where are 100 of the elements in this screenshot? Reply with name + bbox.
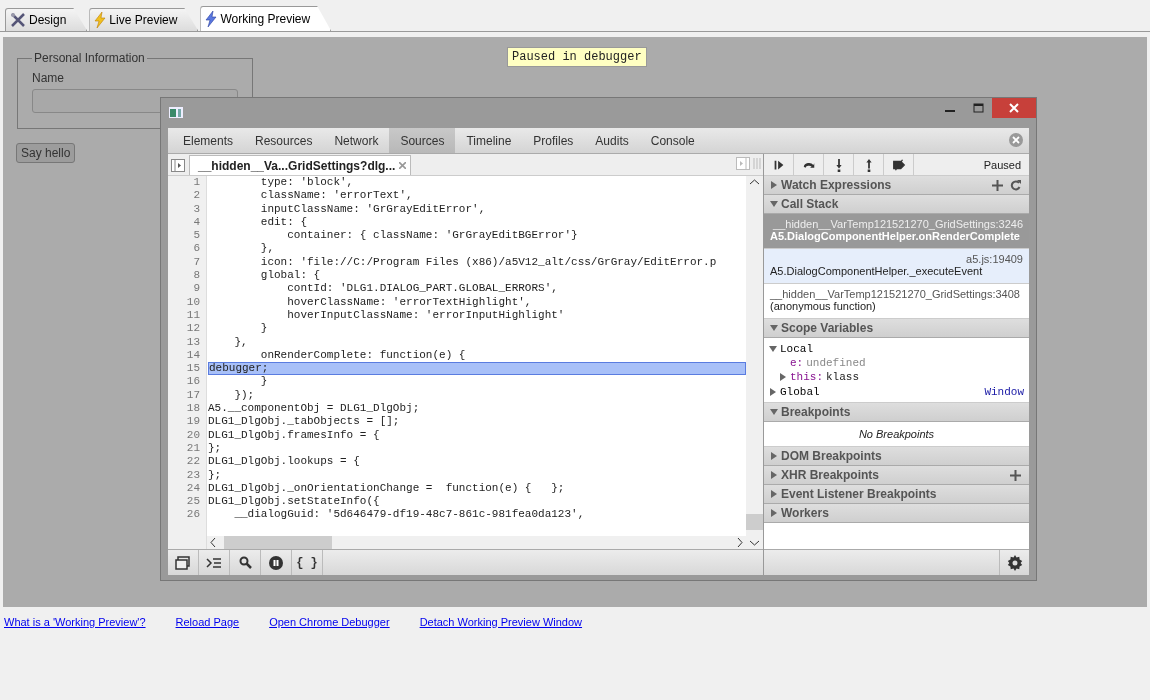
scroll-left-icon[interactable] (210, 538, 216, 547)
scroll-thumb[interactable] (746, 514, 763, 530)
scroll-right-icon[interactable] (737, 538, 743, 547)
line-number: 8 (192, 269, 201, 283)
line-number: 23 (185, 468, 201, 482)
pane-header[interactable]: Breakpoints (764, 403, 1029, 422)
collapsed-triangle-icon[interactable] (770, 452, 778, 460)
link[interactable]: What is a 'Working Preview'? (4, 616, 146, 628)
window-app-icon (169, 107, 183, 118)
view-tab[interactable]: Design (5, 8, 88, 31)
code-line: } (259, 322, 269, 336)
maximize-icon (972, 103, 984, 113)
code-line: DLG1_DlgObj.lookups = { (208, 455, 361, 469)
variable-name: this: (790, 371, 823, 383)
devtools-tab[interactable]: Sources (389, 128, 456, 153)
frame-location: __hidden__VarTemp121521270_GridSettings:3246 (773, 218, 1023, 230)
collapsed-triangle-icon[interactable] (770, 471, 778, 479)
line-number: 6 (192, 242, 201, 256)
code-line: inputClassName: 'GrGrayEditError', (259, 202, 487, 216)
toggle-navigator-icon[interactable] (171, 159, 185, 172)
paused-banner: Paused in debugger (507, 47, 647, 67)
pane-header[interactable]: XHR Breakpoints (764, 466, 1029, 485)
link[interactable]: Detach Working Preview Window (419, 616, 583, 628)
scope-name: Global (780, 385, 820, 398)
debugger-status: Paused (983, 158, 1022, 171)
add-icon[interactable] (990, 179, 1005, 191)
collapsed-triangle-icon[interactable] (770, 490, 778, 498)
frame-location: a5.js:19409 (966, 253, 1023, 265)
collapsed-triangle-icon[interactable] (770, 509, 778, 517)
file-tab[interactable]: __hidden__Va...GridSettings?dlg... (189, 155, 412, 175)
line-number: 25 (185, 495, 201, 509)
link[interactable]: Reload Page (175, 616, 240, 628)
line-number: 9 (192, 282, 201, 296)
code-line: DLG1_DlgObj._onOrientationChange = function(e) { }; (208, 481, 566, 496)
toggle-debugger-icon[interactable] (736, 157, 750, 170)
link[interactable]: Open Chrome Debugger (269, 616, 390, 628)
line-number: 13 (185, 335, 201, 349)
scroll-up-icon[interactable] (750, 179, 759, 185)
view-tab[interactable]: Live Preview (89, 8, 199, 31)
line-number: 20 (185, 428, 201, 442)
line-number: 17 (185, 388, 201, 403)
scope-name: Local (780, 342, 813, 355)
horizontal-scrollbar[interactable] (207, 536, 746, 549)
collapsed-triangle-icon[interactable] (769, 387, 777, 396)
pane-header[interactable]: DOM Breakpoints (764, 447, 1029, 466)
say-hello-button[interactable]: Say hello (16, 143, 76, 163)
pane-header[interactable]: Call Stack (764, 195, 1029, 214)
pretty-print-button[interactable]: { } (292, 550, 323, 575)
expanded-triangle-icon[interactable] (770, 408, 778, 416)
line-number: 21 (185, 441, 201, 456)
add-icon[interactable] (1008, 469, 1023, 481)
vertical-scrollbar[interactable] (746, 176, 763, 549)
frame-function: A5.DialogComponentHelper.onRenderComplete (770, 230, 1021, 242)
line-number: 14 (185, 348, 201, 363)
pane-header[interactable]: Watch Expressions (764, 176, 1029, 195)
close-icon (1009, 103, 1019, 113)
lightning-icon (94, 12, 107, 28)
refresh-icon[interactable] (1008, 179, 1023, 191)
close-icon[interactable] (1009, 133, 1023, 147)
code-line: hoverInputClassName: 'errorInputHighlight' (286, 308, 566, 323)
code-line: __dialogGuid: '5d646479-df19-48c7-861c-981fea0da123', (233, 508, 586, 522)
line-number: 24 (185, 481, 201, 496)
line-number: 10 (185, 295, 201, 309)
close-button[interactable] (992, 98, 1036, 118)
devtools-tab[interactable]: Network (323, 128, 390, 153)
code-line: }; (208, 468, 223, 482)
code-line: DLG1_DlgObj.setStateInfo({ (208, 495, 381, 509)
code-line: edit: { (259, 215, 309, 230)
collapsed-triangle-icon[interactable] (770, 181, 778, 189)
line-number: 2 (192, 189, 201, 203)
code-line: type: 'block', (259, 176, 355, 190)
field-label: Name (32, 71, 65, 85)
code-line: container: { className: 'GrGrayEditBGError'} (286, 229, 579, 243)
code-line: DLG1_DlgObj.framesInfo = { (208, 428, 381, 442)
code-line: }); (233, 388, 256, 403)
devtools-tab[interactable]: Console (639, 128, 706, 153)
devtools-tab[interactable]: Profiles (522, 128, 585, 153)
variable-name: e: (790, 357, 804, 369)
collapsed-triangle-icon[interactable] (779, 373, 787, 381)
variable-value: klass (826, 371, 860, 383)
expanded-triangle-icon[interactable] (770, 200, 778, 208)
call-stack-frame[interactable]: a5.js:19409 A5.DialogComponentHelper._executeEvent (764, 249, 1029, 284)
pane-header[interactable]: Workers (764, 504, 1029, 523)
scope-value: Window (984, 385, 1024, 398)
expanded-triangle-icon[interactable] (770, 324, 778, 332)
devtools-tab[interactable]: Elements (172, 128, 245, 153)
view-tab[interactable]: Working Preview (200, 6, 332, 31)
devtools-tab[interactable]: Audits (584, 128, 640, 153)
line-number: 4 (192, 215, 201, 230)
frame-function: A5.DialogComponentHelper._executeEvent (770, 265, 984, 277)
devtools-tab[interactable]: Resources (244, 128, 324, 153)
scroll-down-icon[interactable] (750, 540, 759, 546)
scroll-thumb[interactable] (224, 536, 332, 549)
close-icon[interactable] (399, 162, 407, 169)
pane-header[interactable]: Scope Variables (764, 319, 1029, 338)
line-number: 11 (185, 308, 201, 323)
expanded-triangle-icon[interactable] (769, 344, 777, 353)
devtools-tab[interactable]: Timeline (455, 128, 523, 153)
code-line: icon: 'file://C:/Program Files (x86)/a5V12_alt/css/GrGray/EditError.p (259, 255, 718, 270)
pane-header[interactable]: Event Listener Breakpoints (764, 485, 1029, 504)
